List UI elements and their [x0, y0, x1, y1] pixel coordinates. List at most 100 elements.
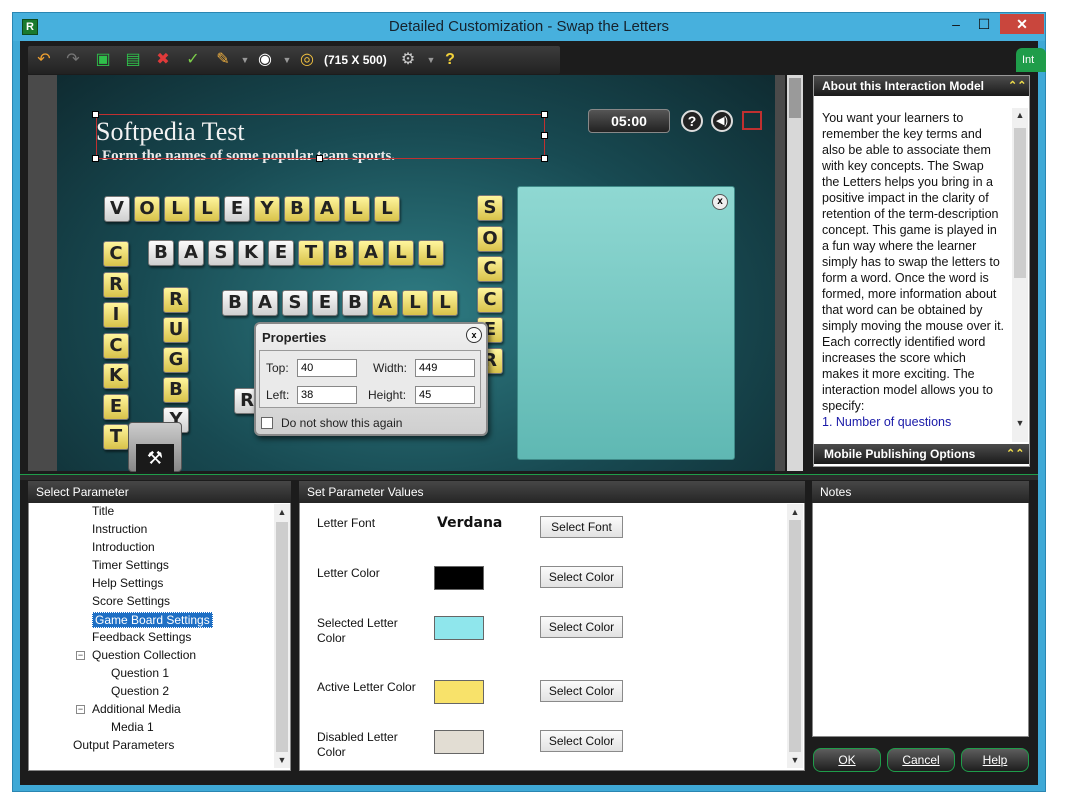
letter-tile[interactable]: B — [222, 290, 248, 316]
dont-show-label[interactable]: Do not show this again — [281, 416, 402, 430]
stage-scrollbar[interactable] — [787, 75, 803, 471]
top-input[interactable]: 40 — [297, 359, 357, 377]
stage-help-button[interactable]: ? — [681, 110, 703, 132]
letter-tile[interactable]: A — [252, 290, 278, 316]
about-link[interactable]: 1. Number of questions — [822, 414, 1004, 430]
letter-tile[interactable]: A — [178, 240, 204, 266]
save-copy-icon[interactable]: ▤ — [122, 50, 144, 70]
about-scrollbar-thumb[interactable] — [1014, 128, 1026, 278]
help-icon[interactable]: ? — [439, 50, 461, 70]
spell-check-icon[interactable]: ✓ — [182, 50, 204, 70]
select-color-button[interactable]: Select Color — [540, 680, 623, 702]
letter-tile[interactable]: B — [342, 290, 368, 316]
letter-tile[interactable]: G — [163, 347, 189, 373]
collapse-icon[interactable]: − — [76, 705, 85, 714]
minimize-button[interactable]: – — [942, 14, 970, 34]
letter-tile[interactable]: U — [163, 317, 189, 343]
letter-tile[interactable]: B — [163, 377, 189, 403]
letter-tile[interactable]: R — [103, 271, 129, 298]
help-button[interactable]: Help — [961, 748, 1029, 772]
scroll-down-icon[interactable]: ▼ — [1012, 418, 1028, 428]
dont-show-checkbox[interactable] — [261, 417, 273, 429]
letter-tile[interactable]: L — [402, 290, 428, 316]
letter-tile[interactable]: L — [194, 196, 220, 222]
color-swatch[interactable] — [434, 680, 484, 704]
letter-tile[interactable]: S — [282, 290, 308, 316]
height-input[interactable]: 45 — [415, 386, 475, 404]
select-color-button[interactable]: Select Color — [540, 616, 623, 638]
letter-tile[interactable]: T — [298, 240, 324, 266]
tree-item[interactable]: Feedback Settings — [92, 630, 191, 644]
letter-tile[interactable]: C — [477, 286, 503, 313]
letter-tile[interactable]: L — [388, 240, 414, 266]
letter-tile[interactable]: L — [418, 240, 444, 266]
letter-tile[interactable]: E — [103, 393, 129, 420]
tree-item[interactable]: Question 2 — [111, 684, 169, 698]
letter-tile[interactable]: S — [477, 195, 503, 221]
letter-tile[interactable]: T — [103, 424, 129, 450]
tree-item[interactable]: Media 1 — [111, 720, 154, 734]
stage-scrollbar-thumb[interactable] — [789, 78, 801, 118]
redo-icon[interactable]: ↷ — [62, 50, 84, 70]
panel-splitter[interactable] — [20, 474, 1038, 480]
scroll-down-icon[interactable]: ▼ — [787, 755, 803, 765]
letter-tile[interactable]: B — [328, 240, 354, 266]
save-icon[interactable]: ▣ — [92, 50, 114, 70]
resize-handle[interactable] — [541, 155, 548, 162]
letter-tile[interactable]: V — [104, 196, 130, 222]
maximize-button[interactable]: ☐ — [970, 14, 998, 34]
width-input[interactable]: 449 — [415, 359, 475, 377]
selection-box[interactable] — [96, 114, 545, 159]
tree-item[interactable]: Additional Media — [92, 702, 181, 716]
tree-item[interactable]: Output Parameters — [73, 738, 174, 752]
gear-icon[interactable]: ⚙ — [397, 50, 419, 70]
tree-item[interactable]: Title — [92, 504, 114, 518]
undo-icon[interactable]: ↶ — [33, 50, 55, 70]
letter-tile[interactable]: I — [103, 302, 129, 328]
select-color-button[interactable]: Select Color — [540, 566, 623, 588]
letter-tile[interactable]: C — [103, 241, 129, 267]
scroll-up-icon[interactable]: ▲ — [1012, 110, 1028, 120]
ok-button[interactable]: OK — [813, 748, 881, 772]
letter-tile[interactable]: K — [238, 240, 264, 266]
placeholder-box[interactable] — [742, 111, 762, 130]
sound-icon[interactable]: ◀) — [711, 110, 733, 132]
letter-tile[interactable]: E — [224, 196, 250, 222]
letter-tile[interactable]: A — [358, 240, 384, 266]
close-button[interactable]: ✕ — [1000, 14, 1044, 34]
delete-icon[interactable]: ✖ — [152, 50, 174, 70]
letter-tile[interactable]: L — [374, 196, 400, 222]
letter-tile[interactable]: L — [164, 196, 190, 222]
resize-handle[interactable] — [541, 111, 548, 118]
title-bar[interactable]: Detailed Customization - Swap the Letter… — [13, 13, 1045, 41]
tree-item[interactable]: Timer Settings — [92, 558, 169, 572]
color-swatch[interactable] — [434, 616, 484, 640]
letter-tile[interactable]: Y — [254, 196, 280, 222]
collapse-icon[interactable]: − — [76, 651, 85, 660]
letter-tile[interactable]: C — [477, 256, 503, 282]
letter-tile[interactable]: L — [344, 196, 370, 222]
tree-item[interactable]: Introduction — [92, 540, 155, 554]
left-input[interactable]: 38 — [297, 386, 357, 404]
info-panel-close-icon[interactable]: x — [712, 194, 728, 210]
letter-tile[interactable]: B — [284, 196, 310, 222]
letter-tile[interactable]: B — [148, 240, 174, 266]
select-font-button[interactable]: Select Font — [540, 516, 623, 538]
target-icon[interactable]: ◎ — [296, 50, 318, 70]
mobile-publishing-heading[interactable]: Mobile Publishing Options ⌃⌃ — [814, 444, 1029, 464]
preview-eye-icon[interactable]: ◉ — [254, 50, 276, 70]
chevron-down-icon[interactable]: ▼ — [276, 50, 298, 70]
info-panel[interactable] — [517, 186, 735, 460]
tree-item[interactable]: Instruction — [92, 522, 147, 536]
resize-handle[interactable] — [316, 155, 323, 162]
resize-handle[interactable] — [92, 111, 99, 118]
values-scrollbar-thumb[interactable] — [789, 520, 801, 752]
tree-scrollbar-thumb[interactable] — [276, 522, 288, 752]
color-swatch[interactable] — [434, 730, 484, 754]
tree-item[interactable]: Question 1 — [111, 666, 169, 680]
scroll-down-icon[interactable]: ▼ — [274, 755, 290, 765]
tree-item[interactable]: Score Settings — [92, 594, 170, 608]
select-color-button[interactable]: Select Color — [540, 730, 623, 752]
side-tab[interactable]: Int — [1016, 48, 1046, 72]
tree-item[interactable]: Game Board Settings — [92, 612, 213, 628]
